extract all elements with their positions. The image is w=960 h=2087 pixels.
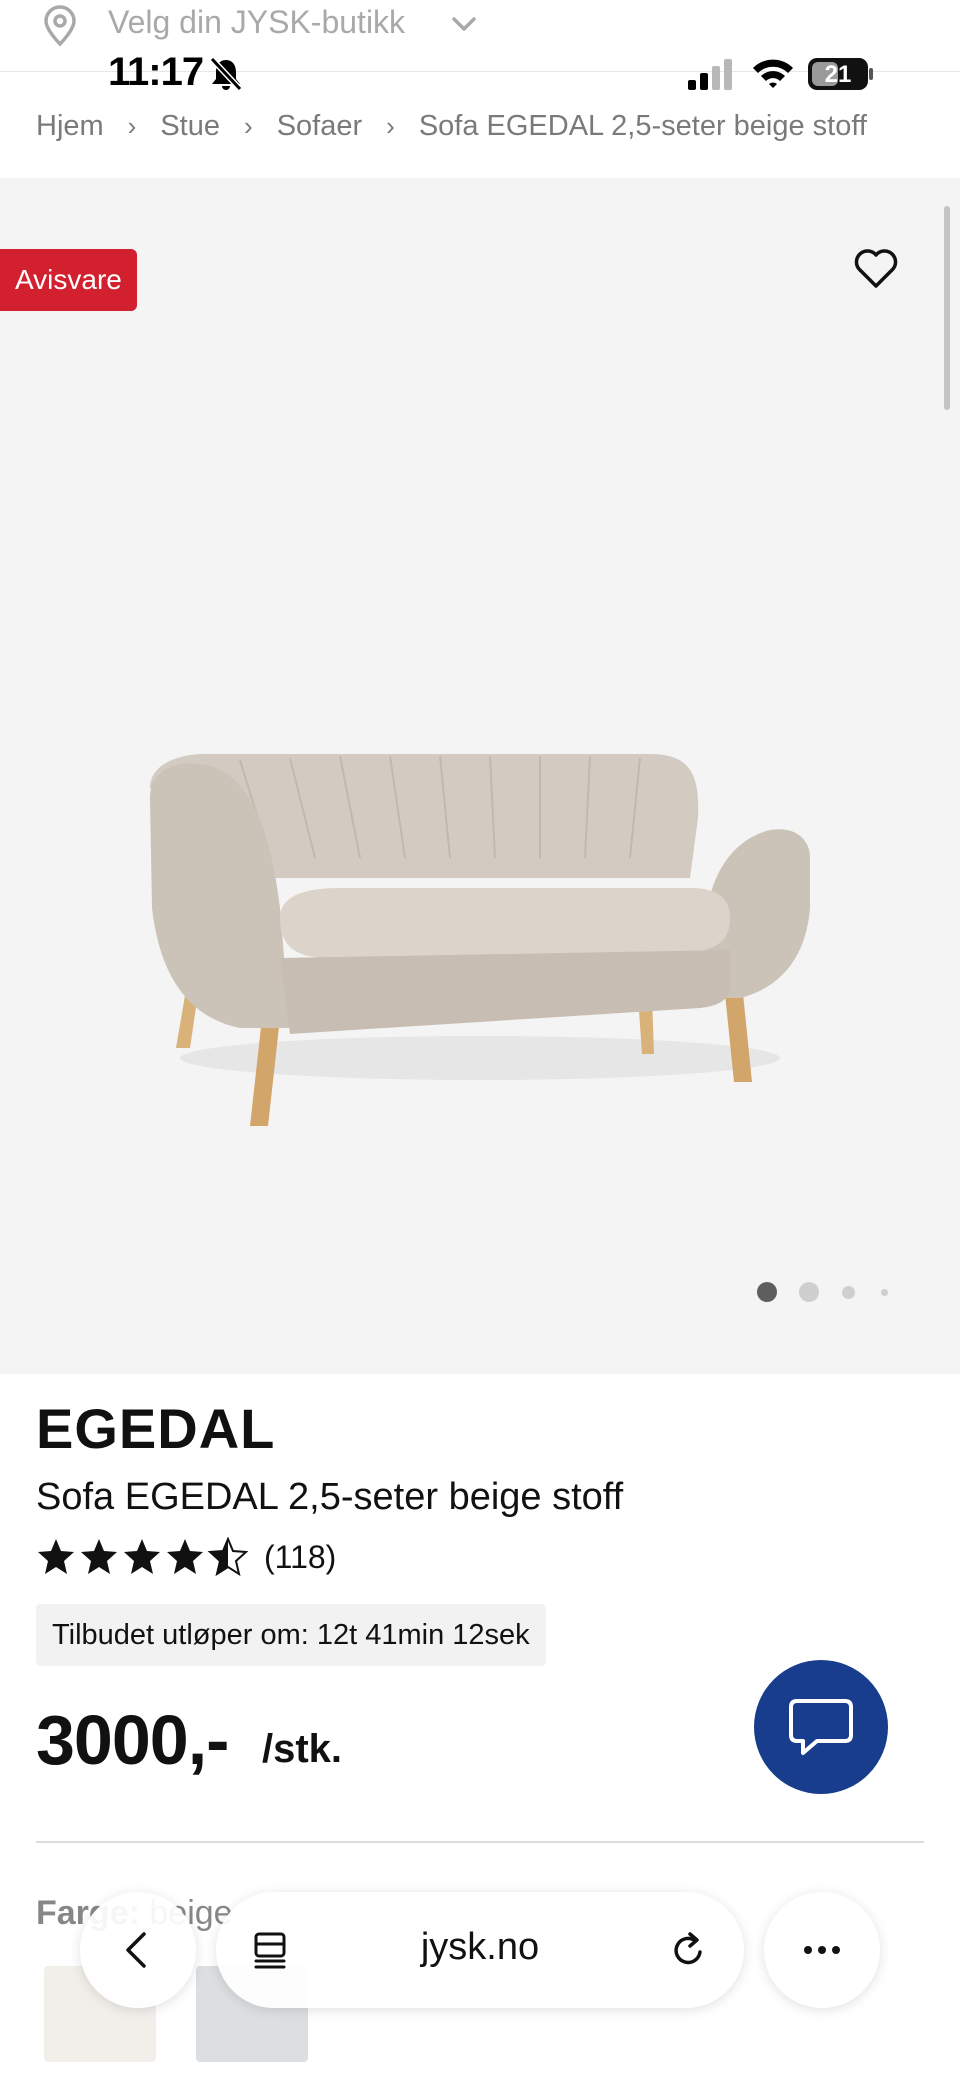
chevron-right-icon: › bbox=[127, 110, 137, 141]
star-rating-icon bbox=[38, 1538, 247, 1575]
chat-bubble-icon bbox=[789, 1699, 853, 1755]
product-image-gallery[interactable]: Avisvare bbox=[0, 178, 960, 1374]
status-bar: 11:17 21 bbox=[0, 50, 960, 100]
breadcrumb-item-current: Sofa EGEDAL 2,5-seter beige stoff bbox=[418, 109, 867, 142]
chat-button[interactable] bbox=[754, 1660, 888, 1794]
chevron-down-icon bbox=[452, 17, 476, 31]
address-bar[interactable]: jysk.no bbox=[216, 1892, 744, 2008]
review-count[interactable]: (118) bbox=[264, 1539, 336, 1576]
more-icon bbox=[804, 1946, 840, 1954]
browser-toolbar: jysk.no bbox=[0, 1892, 960, 2012]
breadcrumb-item-hjem[interactable]: Hjem bbox=[36, 110, 104, 143]
divider bbox=[36, 1841, 924, 1843]
more-button[interactable] bbox=[764, 1892, 880, 2008]
pagination-dot[interactable] bbox=[757, 1282, 777, 1302]
breadcrumb: Hjem › Stue › Sofaer › Sofa EGEDAL 2,5-s… bbox=[36, 106, 867, 146]
signal-icon bbox=[688, 59, 732, 90]
url-text[interactable]: jysk.no bbox=[316, 1926, 644, 1969]
location-pin-icon bbox=[44, 5, 76, 47]
price-unit: /stk. bbox=[262, 1727, 343, 1771]
pagination-dot[interactable] bbox=[842, 1286, 855, 1299]
breadcrumb-item-stue[interactable]: Stue bbox=[160, 110, 220, 143]
pagination-dot[interactable] bbox=[881, 1289, 888, 1296]
wifi-icon bbox=[753, 59, 793, 88]
store-selector-label: Velg din JYSK-butikk bbox=[108, 4, 406, 40]
offer-countdown: Tilbudet utløper om: 12t 41min 12sek bbox=[36, 1604, 546, 1666]
chevron-right-icon: › bbox=[244, 110, 253, 141]
bell-slash-icon bbox=[209, 56, 243, 92]
status-time: 11:17 bbox=[108, 50, 204, 94]
product-rating[interactable]: (118) bbox=[36, 1536, 336, 1578]
product-name: Sofa EGEDAL 2,5-seter beige stoff bbox=[36, 1476, 624, 1518]
scrollbar[interactable] bbox=[944, 206, 950, 410]
pagination-dot[interactable] bbox=[799, 1282, 819, 1302]
back-button[interactable] bbox=[80, 1892, 196, 2008]
reload-icon[interactable] bbox=[668, 1930, 708, 1970]
gallery-pagination[interactable] bbox=[748, 1278, 898, 1302]
heart-icon[interactable] bbox=[852, 246, 900, 290]
avisvare-badge: Avisvare bbox=[0, 249, 137, 311]
battery-level: 21 bbox=[824, 61, 852, 88]
product-image-sofa bbox=[150, 754, 810, 1126]
product-brand: EGEDAL bbox=[36, 1397, 276, 1460]
product-price: 3000,- bbox=[36, 1701, 229, 1779]
back-icon bbox=[126, 1932, 146, 1968]
breadcrumb-item-sofaer[interactable]: Sofaer bbox=[277, 110, 362, 143]
chevron-right-icon: › bbox=[386, 110, 395, 141]
tabs-icon[interactable] bbox=[250, 1930, 290, 1970]
battery-icon: 21 bbox=[808, 58, 874, 90]
